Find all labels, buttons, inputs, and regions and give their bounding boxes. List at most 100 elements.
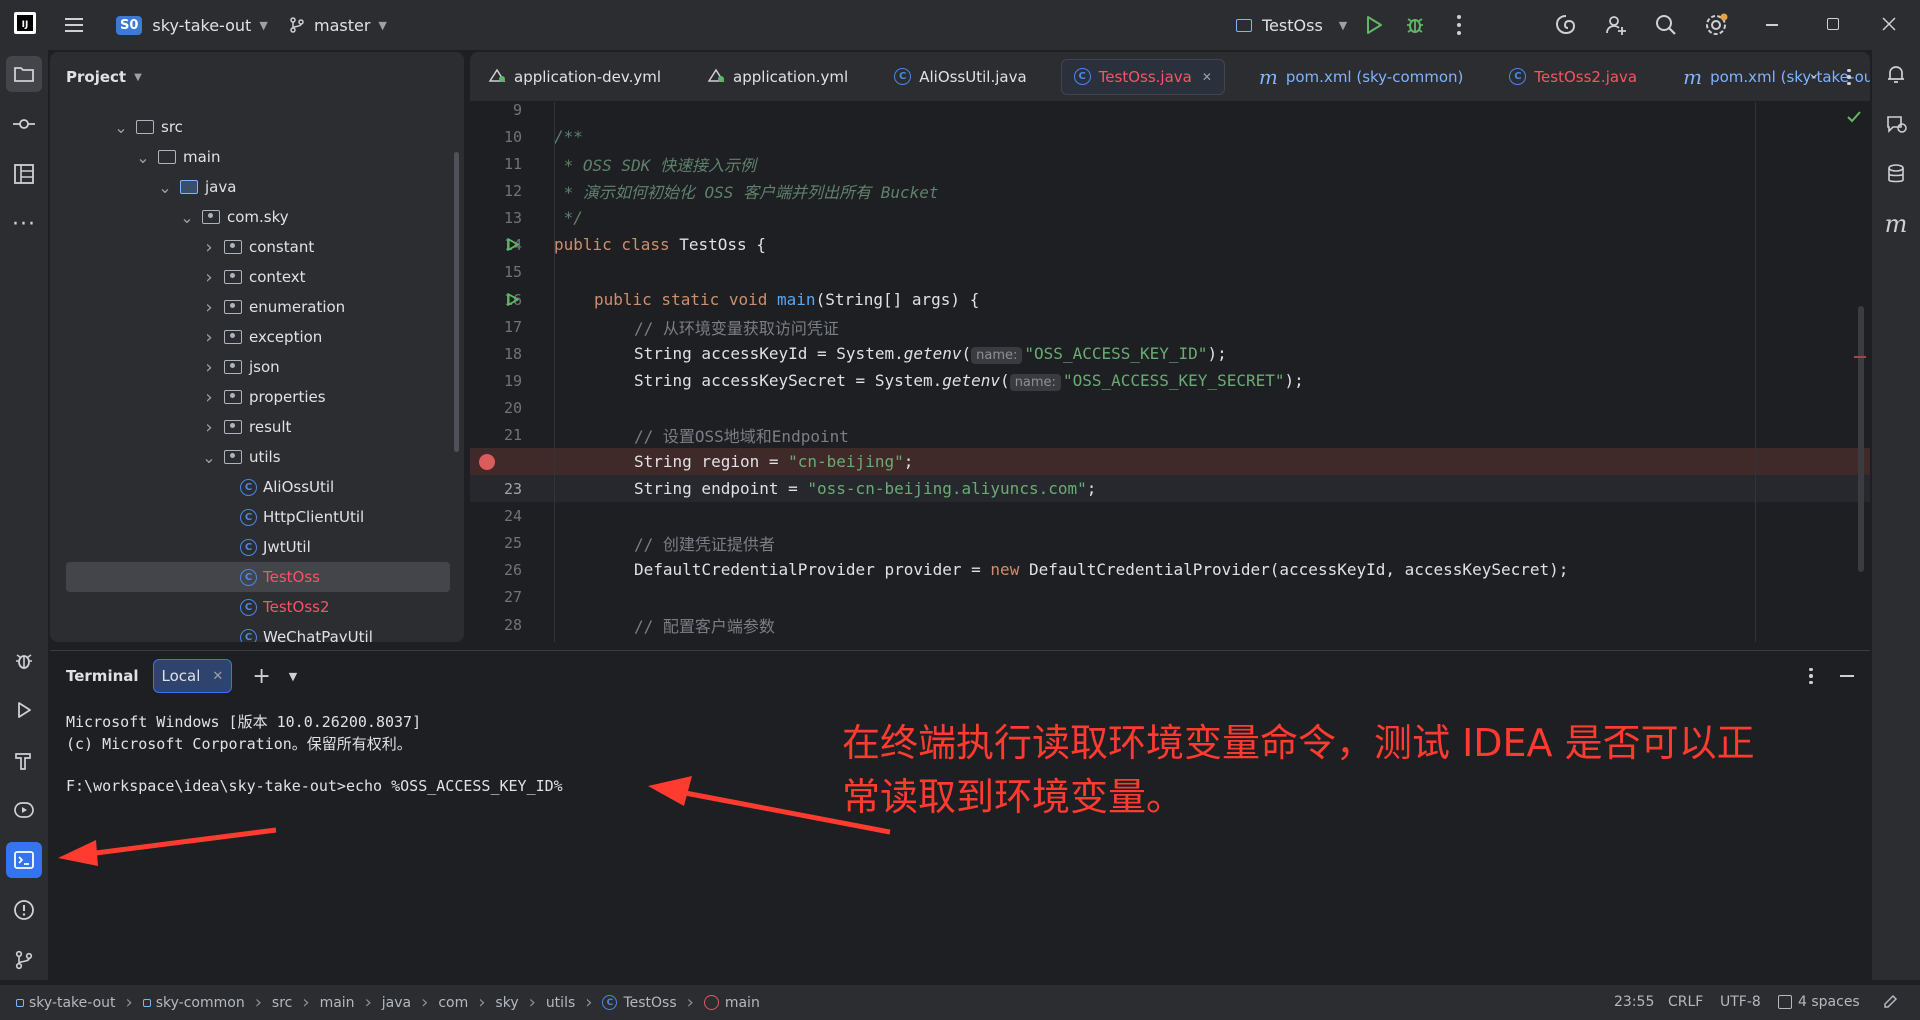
new-terminal-plus-icon[interactable]: + <box>252 664 270 689</box>
editor-tab[interactable]: application.yml <box>695 59 860 95</box>
file-encoding[interactable]: UTF-8 <box>1720 994 1761 1010</box>
editor-tab[interactable]: C TestOss.java ✕ <box>1060 58 1225 95</box>
run-gutter-icon[interactable] <box>506 237 520 252</box>
line-separator[interactable]: CRLF <box>1668 994 1703 1010</box>
editor-tab[interactable]: m pom.xml (sky-common) <box>1247 59 1476 95</box>
terminal-more-icon[interactable] <box>1808 666 1814 686</box>
branch-switcher[interactable]: master ▼ <box>280 8 395 42</box>
git-icon[interactable] <box>6 942 42 978</box>
tabs-dropdown-icon[interactable]: ⌄ <box>1808 66 1820 82</box>
tree-item[interactable]: › constant <box>200 232 450 262</box>
terminal-dropdown-icon[interactable]: ▼ <box>289 670 297 683</box>
search-icon[interactable] <box>1654 13 1678 37</box>
database-icon[interactable] <box>1878 156 1914 192</box>
ai-assistant-icon[interactable] <box>1554 13 1578 37</box>
tree-item[interactable]: ⌄ com.sky <box>178 202 450 232</box>
chevron-down-icon[interactable]: ⌄ <box>178 208 196 227</box>
project-tool-icon[interactable] <box>6 56 42 92</box>
hide-panel-icon[interactable] <box>1840 675 1854 677</box>
chevron-down-icon[interactable]: ⌄ <box>156 178 174 197</box>
editor-tab[interactable]: C AliOssUtil.java <box>882 59 1038 95</box>
chevron-right-icon[interactable]: › <box>200 387 218 408</box>
chevron-down-icon[interactable]: ⌄ <box>134 148 152 167</box>
breadcrumb-item[interactable]: sky <box>495 995 518 1011</box>
editor-tab[interactable]: m pom.xml (sky-take-out) <box>1671 59 1870 95</box>
tree-item[interactable]: ⌄ src <box>112 112 450 142</box>
breadcrumb-item[interactable]: main <box>320 995 355 1011</box>
build-hammer-icon[interactable] <box>6 742 42 778</box>
tree-item[interactable]: › context <box>200 262 450 292</box>
more-actions-icon[interactable] <box>1456 13 1462 37</box>
run-gutter-icon[interactable] <box>506 292 520 307</box>
close-window-icon[interactable] <box>1882 17 1896 31</box>
terminal-tool-icon[interactable] <box>6 842 42 878</box>
close-tab-icon[interactable]: ✕ <box>212 669 223 684</box>
restore-window-icon[interactable] <box>1827 18 1839 30</box>
ai-chat-icon[interactable] <box>1878 106 1914 142</box>
breadcrumb-item[interactable]: com <box>438 995 468 1011</box>
chevron-down-icon[interactable]: ⌄ <box>200 448 218 467</box>
code-area[interactable]: 9 10 /** 11 * OSS SDK 快速接入示例 12 * 演示如何初始化… <box>470 101 1870 642</box>
run-config-selector[interactable]: TestOss ▼ <box>1228 8 1355 42</box>
editor-tab[interactable]: application-dev.yml <box>476 59 673 95</box>
tree-item[interactable]: ⌄ main <box>134 142 450 172</box>
terminal-tab-local[interactable]: Local ✕ <box>152 659 233 693</box>
editor-scrollbar[interactable] <box>1858 306 1864 572</box>
tree-item[interactable]: ⌄ java <box>156 172 450 202</box>
commit-icon[interactable] <box>6 106 42 142</box>
run-tool-icon[interactable] <box>6 692 42 728</box>
tree-item[interactable]: C TestOss2 <box>240 592 464 622</box>
tree-item-label: exception <box>249 328 323 346</box>
tree-item[interactable]: C HttpClientUtil <box>240 502 464 532</box>
debug-icon[interactable] <box>1404 13 1426 35</box>
breadcrumb-item[interactable]: main <box>703 995 760 1011</box>
project-panel-header[interactable]: Project ▼ <box>50 52 464 102</box>
tree-item[interactable]: › enumeration <box>200 292 450 322</box>
breadcrumb-item[interactable]: utils <box>546 995 575 1011</box>
structure-icon[interactable] <box>6 156 42 192</box>
more-tools-icon[interactable]: ··· <box>6 206 42 242</box>
tree-item[interactable]: ⌄ utils <box>200 442 450 472</box>
chevron-right-icon[interactable]: › <box>200 327 218 348</box>
chevron-right-icon[interactable]: › <box>200 297 218 318</box>
tree-item[interactable]: › properties <box>200 382 450 412</box>
breakpoint-icon[interactable] <box>479 454 495 470</box>
chevron-right-icon[interactable]: › <box>200 417 218 438</box>
maven-icon[interactable]: m <box>1878 206 1914 242</box>
breadcrumb-item[interactable]: src <box>272 995 292 1011</box>
tree-item[interactable]: C AliOssUtil <box>240 472 464 502</box>
tree-item[interactable]: › json <box>200 352 450 382</box>
chevron-down-icon[interactable]: ⌄ <box>112 118 130 137</box>
problems-icon[interactable] <box>6 892 42 928</box>
tree-item[interactable]: C WeChatPayUtil <box>240 622 464 642</box>
tree-item[interactable]: › exception <box>200 322 450 352</box>
app-logo-icon[interactable]: IJ <box>14 12 36 34</box>
settings-gear-icon[interactable] <box>1703 12 1729 38</box>
breadcrumb-item[interactable]: java <box>382 995 411 1011</box>
project-switcher[interactable]: S0 sky-take-out ▼ <box>108 8 276 42</box>
services-icon[interactable] <box>6 792 42 828</box>
add-user-icon[interactable] <box>1604 13 1628 37</box>
breadcrumb-item[interactable]: C TestOss <box>602 995 677 1011</box>
tabs-more-icon[interactable] <box>1846 67 1852 87</box>
breadcrumb-item[interactable]: sky-take-out <box>16 995 116 1011</box>
main-menu-icon[interactable] <box>62 13 86 37</box>
chevron-right-icon[interactable]: › <box>200 357 218 378</box>
caret-position[interactable]: 23:55 <box>1614 994 1654 1010</box>
breadcrumb-item[interactable]: sky-common <box>142 995 245 1011</box>
edit-lock-icon[interactable] <box>1882 994 1898 1010</box>
tree-item[interactable]: C TestOss <box>66 562 450 592</box>
tree-item[interactable]: › result <box>200 412 450 442</box>
run-icon[interactable] <box>1364 14 1384 36</box>
tree-scrollbar[interactable] <box>454 152 459 452</box>
debug-tool-icon[interactable] <box>6 642 42 678</box>
tree-item[interactable]: C JwtUtil <box>240 532 464 562</box>
editor-tab[interactable]: C TestOss2.java <box>1497 59 1649 95</box>
indent-setting[interactable]: 4 spaces <box>1798 994 1860 1010</box>
close-tab-icon[interactable]: ✕ <box>1202 70 1212 84</box>
minimize-window-icon[interactable] <box>1766 24 1778 26</box>
chevron-right-icon[interactable]: › <box>200 267 218 288</box>
chevron-right-icon[interactable]: › <box>200 237 218 258</box>
notifications-bell-icon[interactable] <box>1878 56 1914 92</box>
tree-item-label: JwtUtil <box>263 538 311 556</box>
